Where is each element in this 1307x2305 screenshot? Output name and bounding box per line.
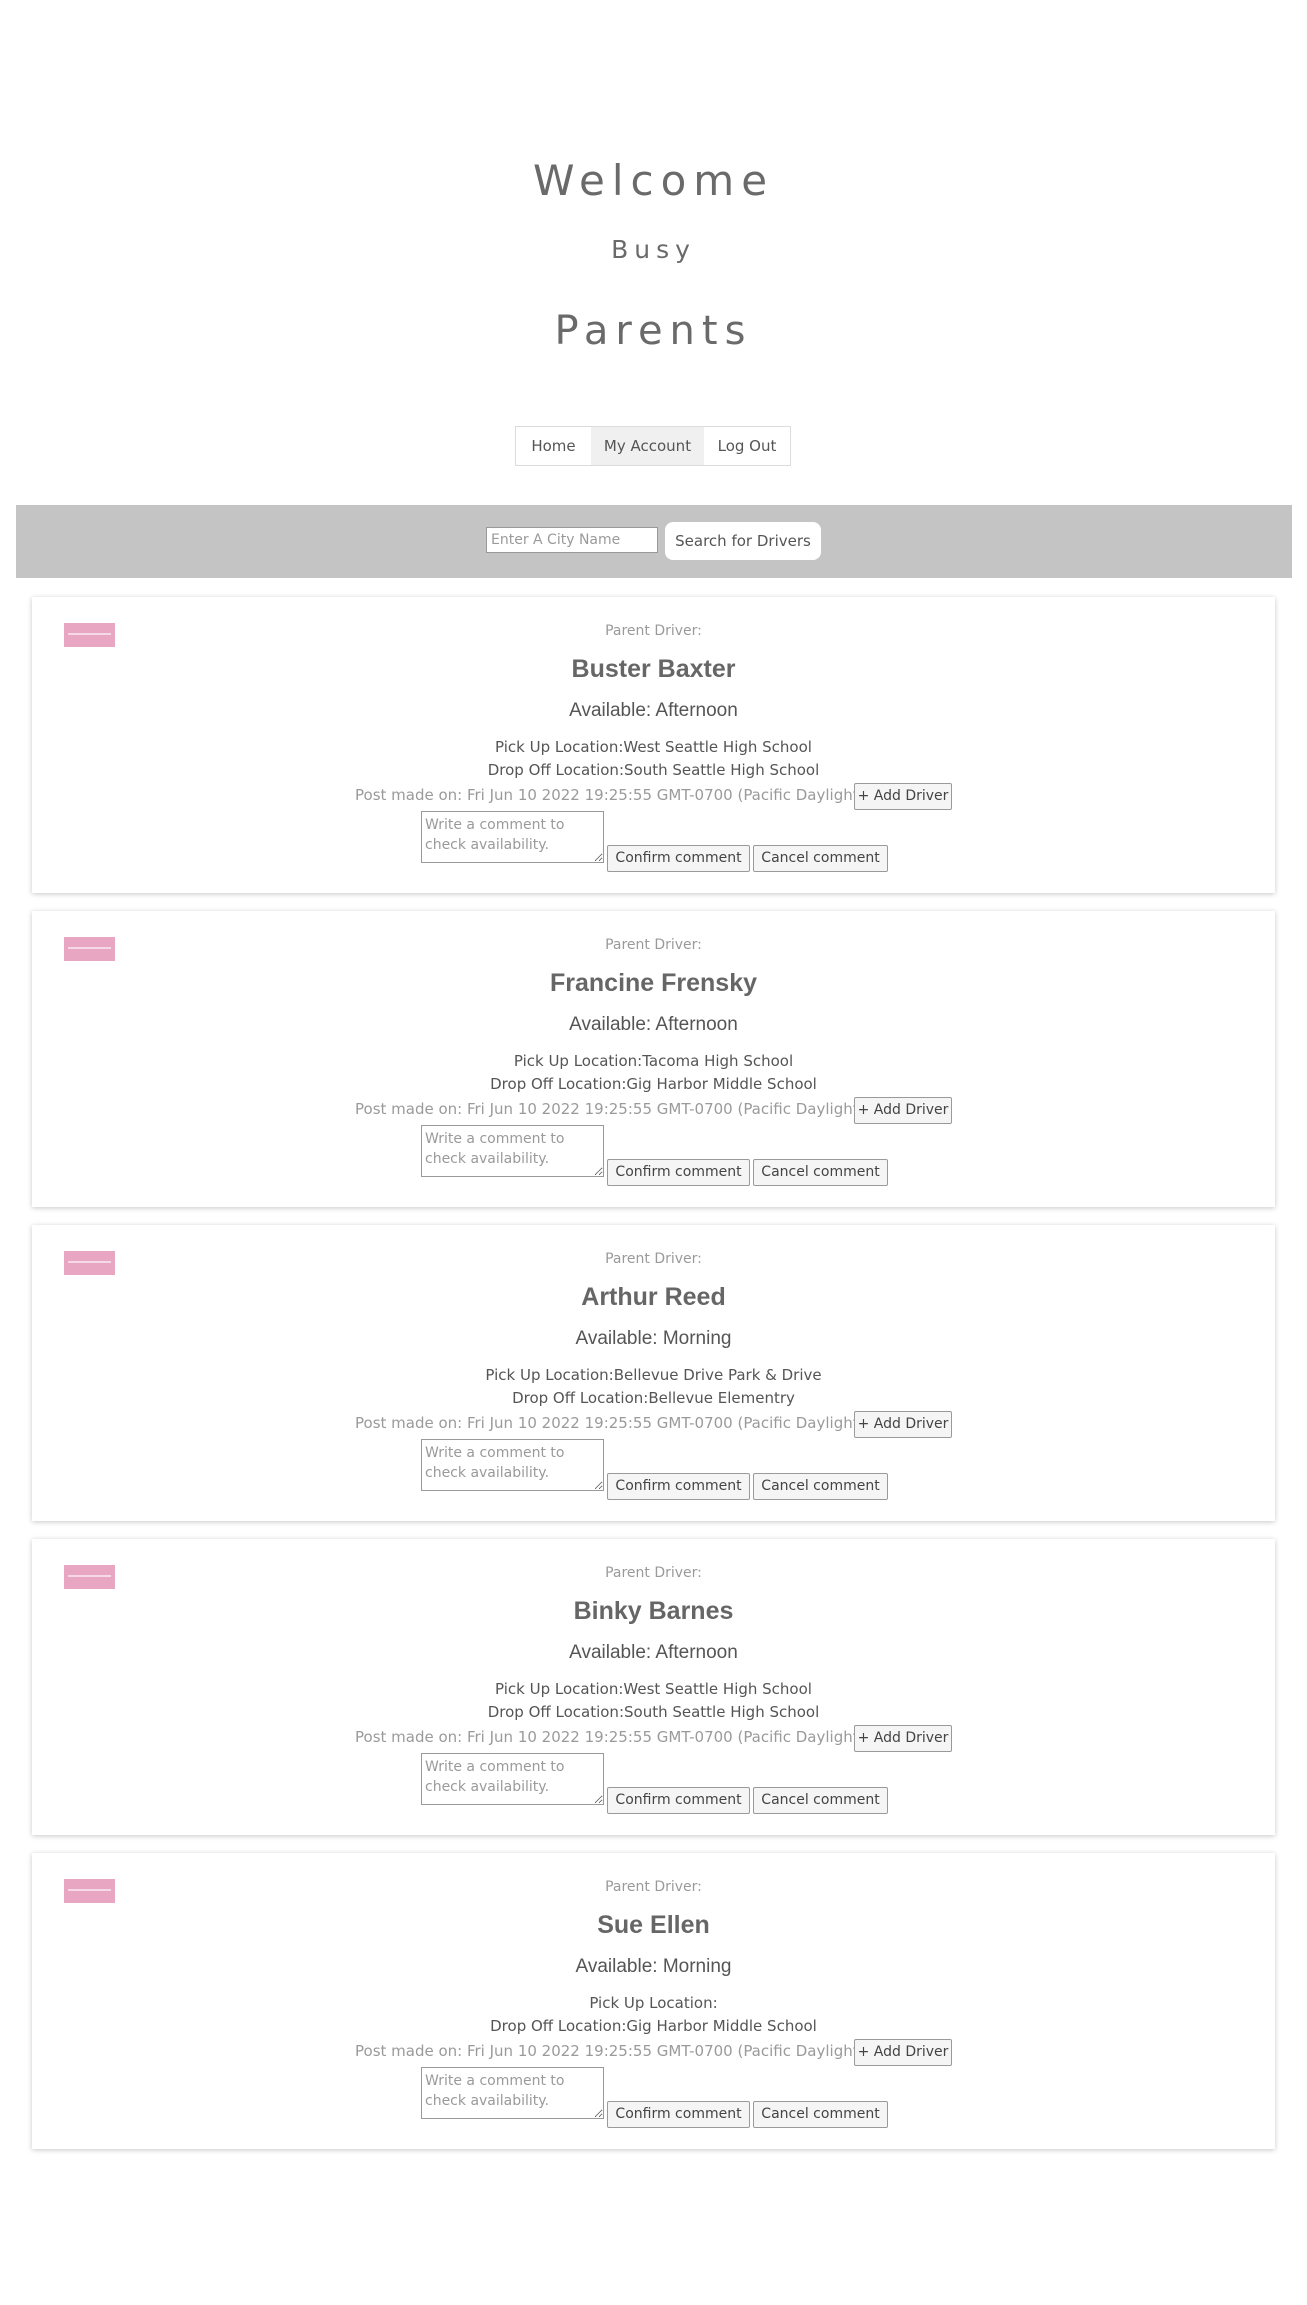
pickup-location: Pick Up Location:West Seattle High Schoo… <box>495 1680 812 1698</box>
availability-text: Available: Morning <box>575 1328 732 1349</box>
post-role-label: Parent Driver: <box>605 1565 702 1581</box>
availability-text: Available: Afternoon <box>569 1014 738 1035</box>
add-driver-button[interactable]: + Add Driver <box>854 1725 952 1752</box>
add-driver-button[interactable]: + Add Driver <box>854 783 952 810</box>
comment-input[interactable] <box>421 811 604 863</box>
driver-post-card: Parent Driver: Sue Ellen Available: Morn… <box>32 1853 1275 2149</box>
nav-home-link[interactable]: Home <box>516 427 591 465</box>
pickup-location: Pick Up Location:Bellevue Drive Park & D… <box>485 1366 822 1384</box>
driver-post-card: Parent Driver: Francine Frensky Availabl… <box>32 911 1275 1207</box>
pickup-location: Pick Up Location: <box>589 1994 718 2012</box>
add-driver-button[interactable]: + Add Driver <box>854 1097 952 1124</box>
availability-text: Available: Morning <box>575 1956 732 1977</box>
cancel-comment-button[interactable]: Cancel comment <box>753 1473 888 1500</box>
add-driver-button[interactable]: + Add Driver <box>854 1411 952 1438</box>
comment-input[interactable] <box>421 1439 604 1491</box>
post-timestamp: Post made on: Fri Jun 10 2022 19:25:55 G… <box>355 1728 906 1746</box>
driver-post-card: Parent Driver: Buster Baxter Available: … <box>32 597 1275 893</box>
post-role-label: Parent Driver: <box>605 937 702 953</box>
post-role-label: Parent Driver: <box>605 1251 702 1267</box>
confirm-comment-button[interactable]: Confirm comment <box>607 1473 750 1500</box>
confirm-comment-button[interactable]: Confirm comment <box>607 1159 750 1186</box>
cancel-comment-button[interactable]: Cancel comment <box>753 1787 888 1814</box>
add-driver-button[interactable]: + Add Driver <box>854 2039 952 2066</box>
driver-name: Buster Baxter <box>571 655 736 683</box>
post-role-label: Parent Driver: <box>605 1879 702 1895</box>
search-bar: Search for Drivers <box>16 505 1292 578</box>
pickup-location: Pick Up Location:Tacoma High School <box>513 1052 794 1070</box>
city-search-input[interactable] <box>486 527 658 553</box>
driver-name: Francine Frensky <box>549 969 758 997</box>
confirm-comment-button[interactable]: Confirm comment <box>607 2101 750 2128</box>
dropoff-location: Drop Off Location:Gig Harbor Middle Scho… <box>490 1075 817 1093</box>
hero-title-parents: Parents <box>554 308 753 354</box>
driver-post-card: Parent Driver: Binky Barnes Available: A… <box>32 1539 1275 1835</box>
cancel-comment-button[interactable]: Cancel comment <box>753 845 888 872</box>
hero-title-busy: Busy <box>611 235 696 264</box>
dropoff-location: Drop Off Location:South Seattle High Sch… <box>487 1703 820 1721</box>
post-timestamp: Post made on: Fri Jun 10 2022 19:25:55 G… <box>355 2042 906 2060</box>
pickup-location: Pick Up Location:West Seattle High Schoo… <box>495 738 812 756</box>
availability-text: Available: Afternoon <box>569 700 738 721</box>
main-nav: Home My Account Log Out <box>515 426 791 466</box>
driver-name: Arthur Reed <box>581 1283 726 1311</box>
post-timestamp: Post made on: Fri Jun 10 2022 19:25:55 G… <box>355 786 906 804</box>
post-timestamp: Post made on: Fri Jun 10 2022 19:25:55 G… <box>355 1414 906 1432</box>
nav-logout-link[interactable]: Log Out <box>704 427 790 465</box>
availability-text: Available: Afternoon <box>569 1642 738 1663</box>
hero-title-welcome: Welcome <box>532 156 775 205</box>
post-role-label: Parent Driver: <box>605 623 702 639</box>
dropoff-location: Drop Off Location:South Seattle High Sch… <box>487 761 820 779</box>
cancel-comment-button[interactable]: Cancel comment <box>753 1159 888 1186</box>
nav-my-account-link[interactable]: My Account <box>591 427 704 465</box>
driver-name: Sue Ellen <box>597 1911 710 1939</box>
driver-post-card: Parent Driver: Arthur Reed Available: Mo… <box>32 1225 1275 1521</box>
search-drivers-button[interactable]: Search for Drivers <box>665 522 821 560</box>
comment-input[interactable] <box>421 1753 604 1805</box>
confirm-comment-button[interactable]: Confirm comment <box>607 845 750 872</box>
driver-name: Binky Barnes <box>573 1597 734 1625</box>
dropoff-location: Drop Off Location:Gig Harbor Middle Scho… <box>490 2017 817 2035</box>
confirm-comment-button[interactable]: Confirm comment <box>607 1787 750 1814</box>
comment-input[interactable] <box>421 2067 604 2119</box>
dropoff-location: Drop Off Location:Bellevue Elementry <box>512 1389 795 1407</box>
post-timestamp: Post made on: Fri Jun 10 2022 19:25:55 G… <box>355 1100 906 1118</box>
comment-input[interactable] <box>421 1125 604 1177</box>
cancel-comment-button[interactable]: Cancel comment <box>753 2101 888 2128</box>
